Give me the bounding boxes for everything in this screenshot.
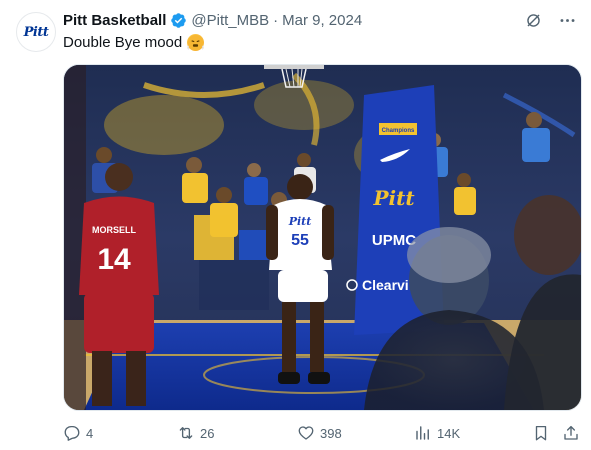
tweet-text-content: Double Bye mood xyxy=(63,34,183,51)
tweet-text: Double Bye mood xyxy=(63,34,205,51)
tweet-top-actions xyxy=(523,10,577,30)
tweet-media-photo[interactable]: Champions Pitt UPMC Clearvi MORSELL 14 P… xyxy=(63,64,582,411)
reply-count: 4 xyxy=(86,425,94,441)
reply-button[interactable]: 4 xyxy=(63,424,93,442)
basketball-photo: Champions Pitt UPMC Clearvi MORSELL 14 P… xyxy=(64,65,581,410)
stanchion-clearvi-label: Clearvi xyxy=(362,277,409,293)
views-count: 14K xyxy=(437,425,461,441)
separator-dot: · xyxy=(273,11,279,29)
stanchion-scoreboard-label: Champions xyxy=(382,128,415,134)
stanchion-pitt-logo: Pitt xyxy=(372,186,415,210)
share-button[interactable] xyxy=(562,424,580,442)
bookmark-icon xyxy=(535,425,547,441)
tweet-date[interactable]: Mar 9, 2024 xyxy=(282,12,362,29)
tweet-card[interactable]: Pitt Pitt Basketball @Pitt_MBB · Mar 9, … xyxy=(0,0,591,450)
repost-icon xyxy=(179,427,193,439)
like-button[interactable]: 398 xyxy=(297,424,342,442)
opponent-jersey-name: MORSELL xyxy=(92,225,137,235)
author-name[interactable]: Pitt Basketball xyxy=(63,12,166,29)
avatar[interactable]: Pitt xyxy=(16,12,56,52)
author-handle[interactable]: @Pitt_MBB xyxy=(191,12,269,29)
player-jersey-team: Pitt xyxy=(288,215,312,228)
share-icon xyxy=(564,425,578,440)
opponent-jersey-number: 14 xyxy=(97,243,131,276)
like-count: 398 xyxy=(320,425,342,441)
repost-button[interactable]: 26 xyxy=(177,424,214,442)
bookmark-button[interactable] xyxy=(532,424,550,442)
tweet-metrics-bar: 4 26 398 14K xyxy=(63,422,580,444)
steaming-face-emoji-icon xyxy=(187,34,205,51)
reply-icon xyxy=(64,425,80,441)
verified-badge-icon xyxy=(170,12,187,29)
avatar-logo: Pitt xyxy=(23,24,49,40)
repost-count: 26 xyxy=(200,425,215,441)
more-options-icon[interactable] xyxy=(557,10,577,30)
player-jersey-number: 55 xyxy=(291,232,309,249)
views-button[interactable]: 14K xyxy=(414,424,460,442)
grok-icon[interactable] xyxy=(523,10,543,30)
tweet-header: Pitt Basketball @Pitt_MBB · Mar 9, 2024 xyxy=(63,10,362,30)
analytics-icon xyxy=(416,426,429,440)
heart-icon xyxy=(298,426,314,440)
